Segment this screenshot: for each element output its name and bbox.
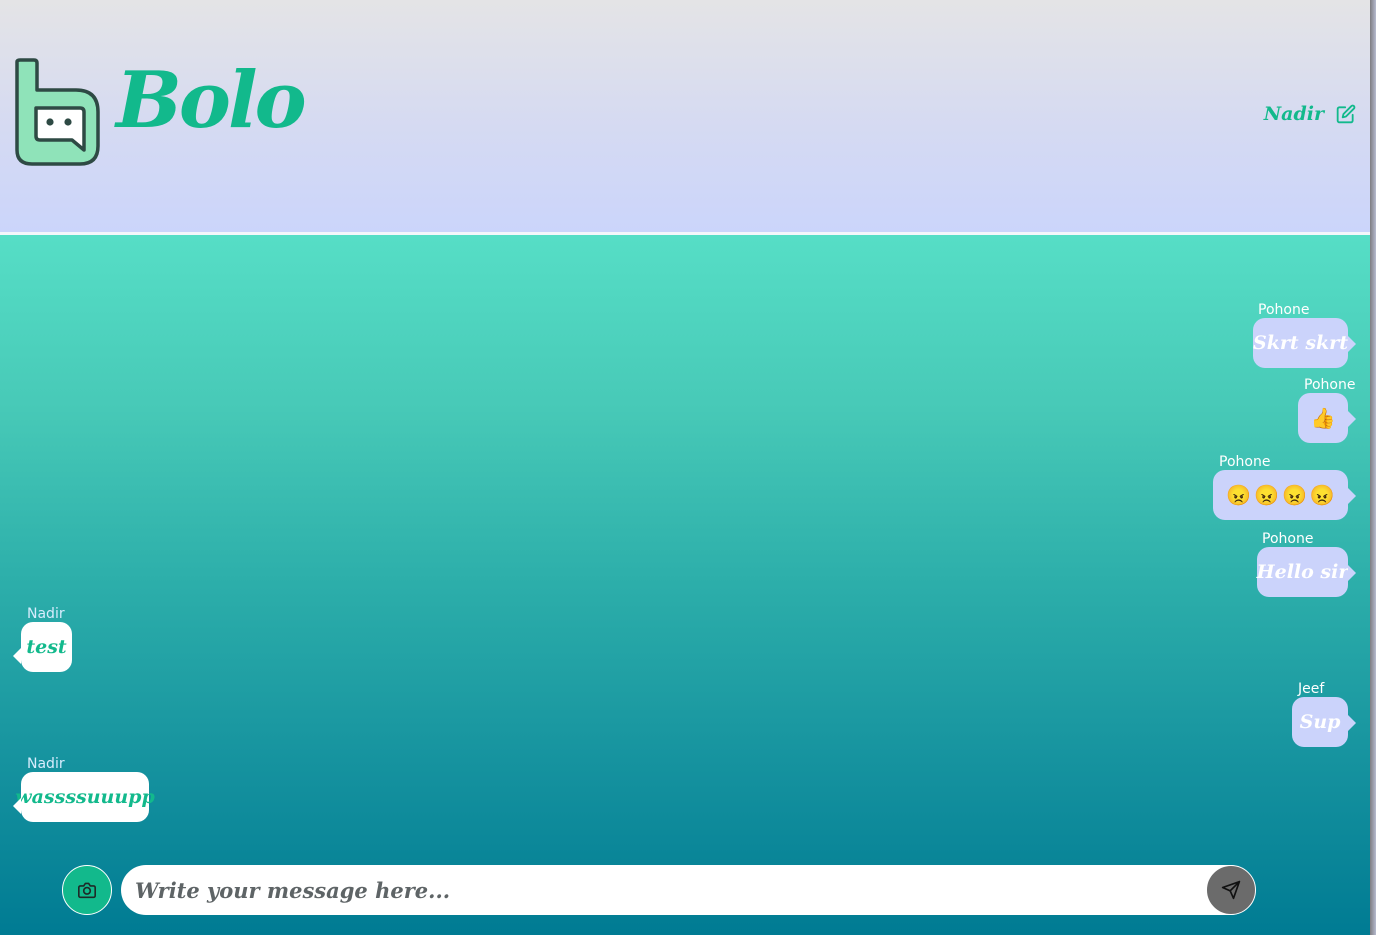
send-button[interactable] — [1206, 865, 1256, 915]
message-sender: Pohone — [1262, 531, 1314, 547]
message-bubble: Sup — [1292, 697, 1348, 747]
message-sender: Pohone — [1219, 454, 1271, 470]
message-bubble: 😠 😠 😠 😠 — [1213, 470, 1348, 520]
message-text: test — [26, 636, 67, 658]
angry-face-emoji: 😠 — [1282, 483, 1307, 507]
brand-name: Bolo — [116, 55, 307, 146]
message-bubble: Hello sir — [1257, 547, 1348, 597]
username: Nadir — [1263, 103, 1324, 125]
angry-face-emoji: 😠 — [1254, 483, 1279, 507]
message-sender: Pohone — [1258, 302, 1310, 318]
message-bubble: 👍 — [1298, 393, 1348, 443]
message-sender: Jeef — [1298, 681, 1325, 697]
thumbs-up-emoji: 👍 — [1310, 406, 1336, 430]
send-icon — [1221, 880, 1241, 900]
message-input[interactable] — [121, 865, 1255, 915]
message-sender: Pohone — [1304, 377, 1356, 393]
message-bubble: Skrt skrt — [1253, 318, 1348, 368]
user-area: Nadir — [1264, 103, 1356, 125]
bolo-chat-logo-icon — [14, 58, 102, 170]
message-bubble: wassssuuupp — [15, 772, 155, 822]
chat-app: Bolo Nadir Pohone Skrt skrt Pohone 👍 Poh… — [0, 0, 1370, 935]
message-sender: Nadir — [27, 606, 65, 622]
angry-face-emoji: 😠 — [1309, 483, 1335, 507]
camera-icon — [77, 881, 97, 899]
chat-area: Pohone Skrt skrt Pohone 👍 Pohone 😠 😠 😠 😠 — [0, 235, 1370, 935]
message-sender: Nadir — [27, 756, 65, 772]
camera-button[interactable] — [62, 865, 112, 915]
edit-icon[interactable] — [1336, 104, 1356, 124]
message-bubble: test — [21, 622, 72, 672]
message-text: wassssuuupp — [15, 786, 155, 808]
message-text: Skrt skrt — [1253, 332, 1348, 354]
header: Bolo Nadir — [0, 0, 1370, 232]
emoji-row: 😠 😠 😠 😠 — [1226, 483, 1335, 507]
message-text: Sup — [1299, 711, 1341, 733]
window-scrollbar-edge — [1370, 0, 1376, 935]
message-text: Hello sir — [1256, 561, 1349, 583]
angry-face-emoji: 😠 — [1226, 483, 1252, 507]
